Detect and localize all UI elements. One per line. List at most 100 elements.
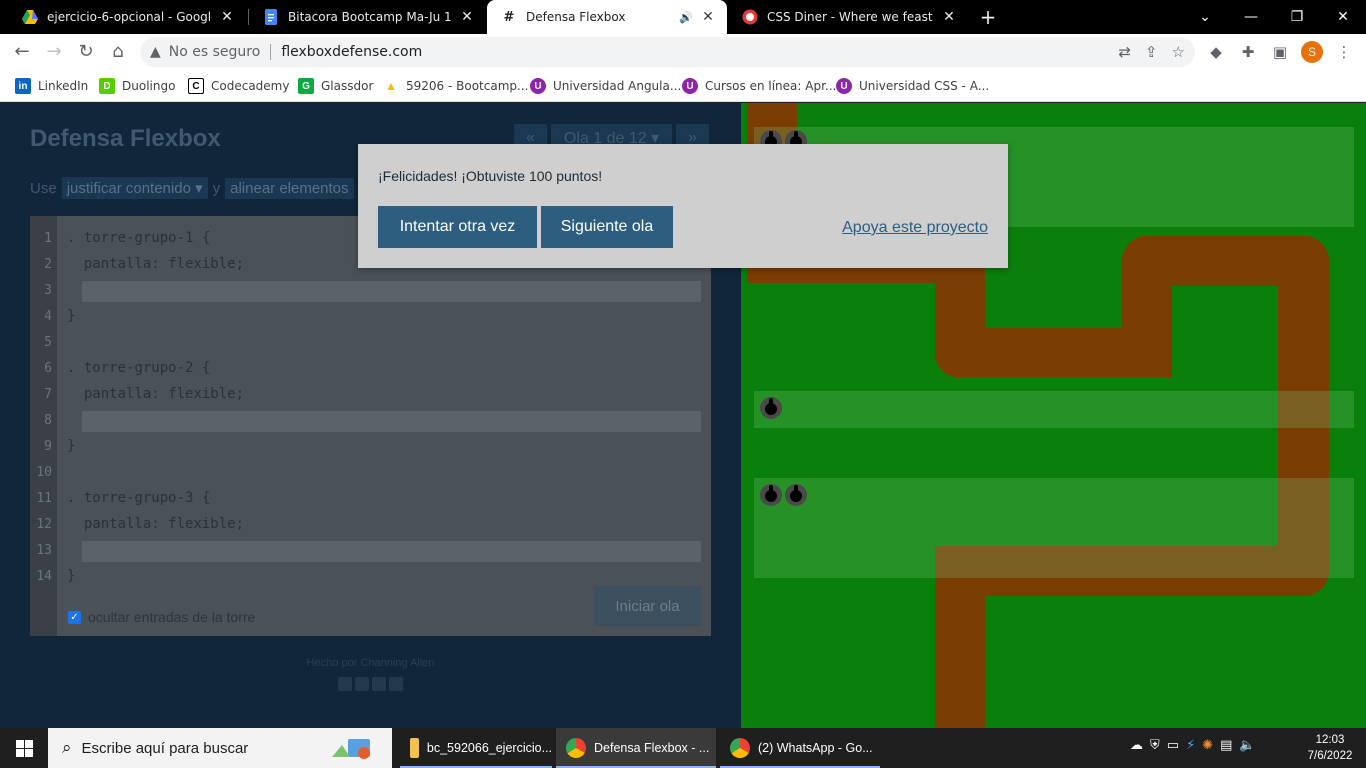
menu-kebab-icon[interactable]: ⋮ [1334,42,1354,62]
profile-avatar[interactable]: S [1301,41,1323,63]
congratulations-modal: ¡Felicidades! ¡Obtuviste 100 puntos! Int… [358,144,1008,268]
tab-title: Defensa Flexbox [526,10,626,24]
line-number: 14 [36,569,52,584]
tab-bitacora[interactable]: Bitacora Bootcamp Ma-Ju 19hs - ✕ [249,0,486,34]
line-number: 4 [44,309,52,324]
linkedin-icon[interactable] [372,677,386,691]
minimize-button[interactable]: — [1228,0,1274,34]
cloud-icon[interactable]: ☁ [1130,738,1143,753]
translate-icon[interactable]: ⇄ [1118,43,1131,61]
new-tab-button[interactable]: + [977,4,999,30]
tower[interactable] [760,484,782,506]
line-number-gutter: 1 2 3 4 5 6 7 8 9 10 11 12 13 14 [30,216,57,636]
search-highlight-icon[interactable] [330,735,376,765]
bookmark-cursos-en-linea[interactable]: U Cursos en línea: Apr... [682,77,836,95]
google-drive-icon: ▲ [385,79,397,93]
bookmark-label: Universidad CSS - A... [859,79,990,93]
keyword-justify-content[interactable]: justificar contenido ▾ [61,177,208,199]
github-icon[interactable] [389,677,403,691]
hide-tower-inputs-toggle[interactable]: ✓ ocultar entradas de la torre [68,609,255,625]
tab-search-icon[interactable]: ⌄ [1182,0,1228,34]
warning-icon[interactable]: ▲ [150,44,161,60]
try-again-button[interactable]: Intentar otra vez [378,206,537,248]
line-number: 9 [44,439,52,454]
tower[interactable] [760,397,782,419]
windows-start-icon[interactable] [0,728,48,768]
code-line: . torre-grupo-2 { [67,360,211,376]
udemy-icon: U [530,78,546,94]
start-wave-button[interactable]: Iniciar ola [594,586,701,626]
search-placeholder: Escribe aquí para buscar [81,739,249,757]
restore-button[interactable]: ❐ [1274,0,1320,34]
bookmark-glassdoor[interactable]: G Glassdor [298,77,373,95]
tab-css-diner[interactable]: CSS Diner - Where we feast on C ✕ [728,0,968,34]
instructions-prefix: Use [30,179,57,197]
bookmark-universidad-angular[interactable]: U Universidad Angula... [530,77,681,95]
power-app-icon[interactable]: ⚡ [1186,738,1195,753]
speaker-icon[interactable]: 🔊 [679,11,693,24]
css-diner-icon [742,9,758,25]
back-arrow-icon[interactable]: ← [10,40,34,64]
taskbar-app-chrome-flexbox[interactable]: Defensa Flexbox - ... [556,728,716,768]
tab-defensa-flexbox[interactable]: # Defensa Flexbox 🔊 ✕ [487,0,727,34]
line-number: 3 [44,283,52,298]
taskbar-search-box[interactable]: ⌕ Escribe aquí para buscar [48,728,392,768]
address-bar[interactable]: ▲ No es seguro flexboxdefense.com ⇄ ⇪ ☆ [140,37,1195,67]
social-links [338,677,403,691]
taskbar-app-file-explorer[interactable]: bc_592066_ejercicio... [400,728,552,768]
clock-time: 12:03 [1315,734,1345,746]
line-number: 13 [36,543,52,558]
share-icon[interactable]: ⇪ [1145,43,1158,61]
facebook-icon[interactable] [338,677,352,691]
close-icon[interactable]: ✕ [218,9,236,25]
tower-group-1-input[interactable] [82,281,701,302]
tab-google-drive[interactable]: ejercicio-6-opcional - Google Dri ✕ [8,0,246,34]
taskbar-app-label: bc_592066_ejercicio... [426,741,552,755]
keyword-align-items[interactable]: alinear elementos [225,177,354,199]
code-line: } [67,438,76,454]
forward-arrow-icon[interactable]: → [42,40,66,64]
network-icon[interactable]: ▤ [1220,738,1232,753]
twitter-icon[interactable] [355,677,369,691]
next-wave-modal-button[interactable]: Siguiente ola [541,206,673,248]
meet-now-icon[interactable]: ▭ [1167,738,1179,753]
reload-icon[interactable]: ↻ [74,40,98,64]
defender-shield-icon[interactable]: ⛨ [1150,738,1160,753]
bookmark-bootcamp[interactable]: ▲ 59206 - Bootcamp... [383,77,528,95]
extensions-puzzle-icon[interactable]: ✚ [1238,42,1258,62]
bookmark-label: Glassdor [321,79,374,93]
bookmark-duolingo[interactable]: D Duolingo [99,77,175,95]
bookmark-star-icon[interactable]: ☆ [1172,43,1185,61]
checkbox-checked-icon[interactable]: ✓ [68,610,81,624]
glassdoor-icon: G [298,78,314,94]
side-panel-icon[interactable]: ▣ [1270,42,1290,62]
bookmark-linkedin[interactable]: in LinkedIn [15,77,88,95]
divider [270,44,272,60]
close-icon[interactable]: ✕ [458,9,476,25]
bookmark-codecademy[interactable]: C Codecademy [188,77,289,95]
security-label[interactable]: No es seguro [169,44,261,60]
volume-icon[interactable]: 🔈 [1239,738,1255,753]
taskbar-app-chrome-whatsapp[interactable]: (2) WhatsApp - Go... [720,728,880,768]
close-window-button[interactable]: ✕ [1320,0,1366,34]
line-number: 12 [36,517,52,532]
code-line: pantalla: flexible; [67,386,245,402]
url-text[interactable]: flexboxdefense.com [281,44,422,60]
app-tray-icon[interactable]: ✺ [1202,738,1213,753]
code-line: } [67,308,76,324]
tower-group-2-input[interactable] [82,411,701,432]
extension-cat-icon[interactable]: ◆ [1206,42,1226,62]
system-clock[interactable]: 12:03 7/6/2022 [1300,732,1360,764]
tower-group-3-input[interactable] [82,541,701,562]
home-icon[interactable]: ⌂ [106,40,130,64]
line-number: 5 [44,335,52,350]
tower[interactable] [785,484,807,506]
bookmark-label: Duolingo [122,79,176,93]
support-project-link[interactable]: Apoya este proyecto [842,219,988,237]
close-icon[interactable]: ✕ [699,9,717,25]
line-number: 7 [44,387,52,402]
code-editor: 1 2 3 4 5 6 7 8 9 10 11 12 13 14 . torre… [30,216,711,636]
bookmark-label: LinkedIn [38,79,89,93]
bookmark-universidad-css[interactable]: U Universidad CSS - A... [836,77,989,95]
close-icon[interactable]: ✕ [940,9,958,25]
